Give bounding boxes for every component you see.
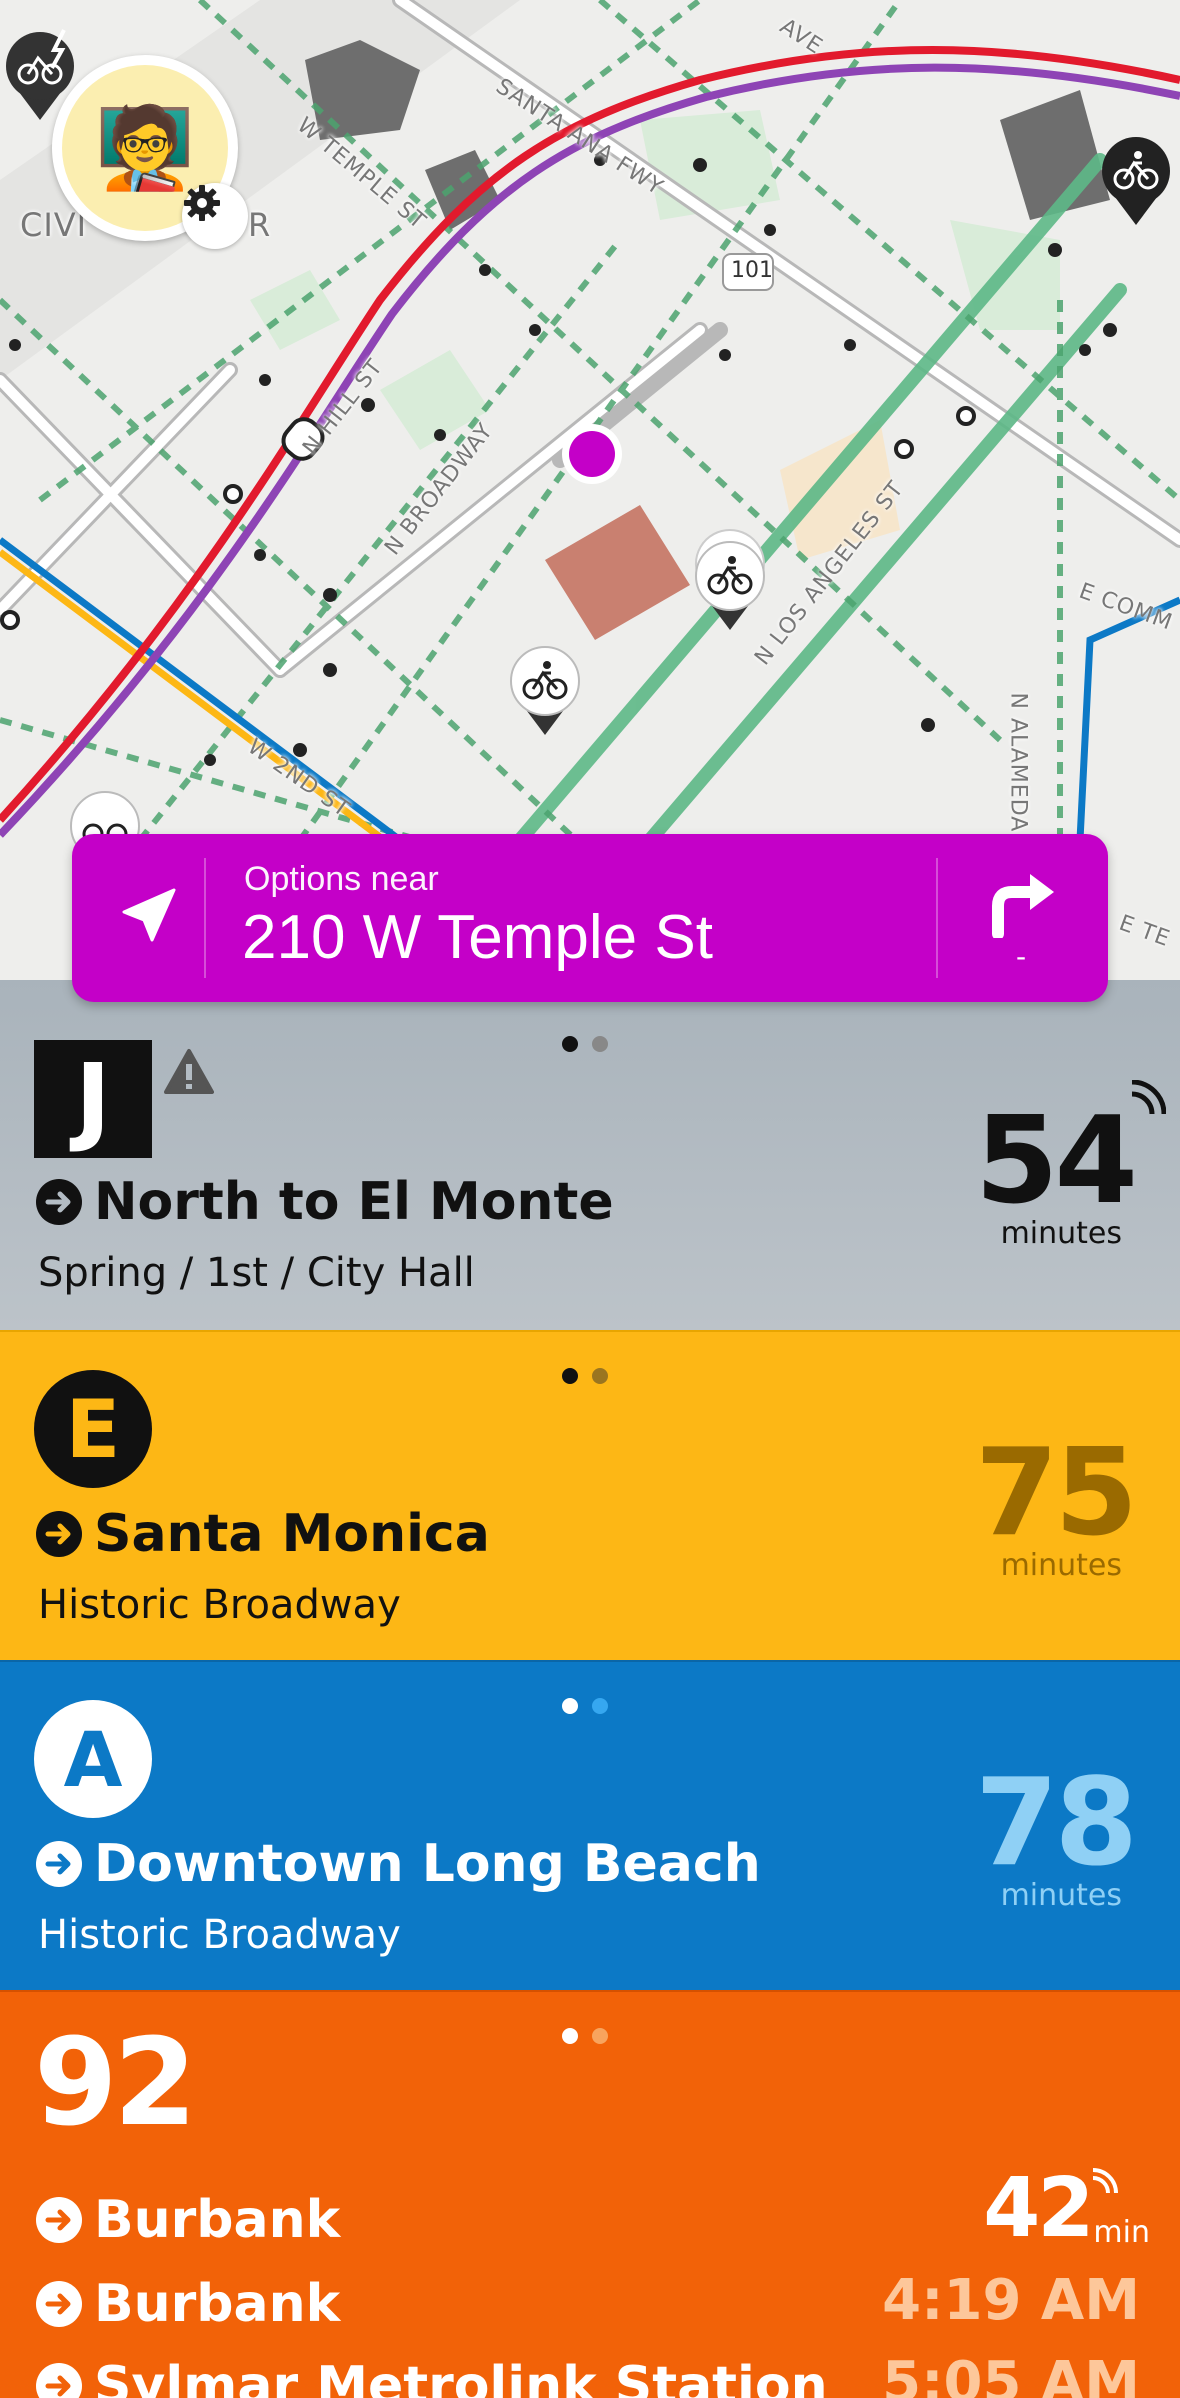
minutes-value: 54	[975, 1092, 1138, 1231]
route-direction: Santa Monica	[36, 1504, 490, 1564]
trip-time-scheduled: 5:05 AM	[882, 2350, 1140, 2398]
trip-time-realtime: 42 min	[983, 2161, 1150, 2256]
location-caption: Options near	[244, 860, 439, 898]
trip-row-2[interactable]: Burbank	[36, 2274, 340, 2334]
trip-destination: Burbank	[94, 2190, 341, 2250]
realtime-icon	[1090, 2168, 1118, 2200]
route-badge-label: J	[75, 1043, 111, 1155]
route-badge-label: E	[65, 1382, 121, 1476]
page-dots	[562, 1036, 608, 1052]
arrow-right-icon	[36, 1511, 82, 1557]
divider	[936, 858, 938, 978]
arrow-right-icon	[36, 1179, 82, 1225]
minutes-value: 78	[975, 1754, 1138, 1893]
trip-time-scheduled: 4:19 AM	[882, 2268, 1140, 2333]
route-card-j[interactable]: J North to El Monte Spring / 1st / City …	[0, 980, 1180, 1330]
trip-minutes-unit: min	[1093, 2215, 1150, 2250]
page-dots	[562, 1368, 608, 1384]
route-badge-j: J	[34, 1040, 152, 1158]
route-direction-label: North to El Monte	[94, 1172, 614, 1232]
trip-destination: Burbank	[94, 2274, 341, 2334]
settings-gear-icon[interactable]	[182, 183, 248, 249]
stop-name: Historic Broadway	[38, 1912, 401, 1958]
minutes-label: minutes	[1000, 1878, 1122, 1913]
page-dots	[562, 1698, 608, 1714]
location-bar[interactable]: Options near 210 W Temple St -	[72, 834, 1108, 1002]
divider	[204, 858, 206, 978]
minutes-label: minutes	[1000, 1548, 1122, 1583]
trip-row-3[interactable]: Sylmar Metrolink Station	[36, 2356, 828, 2398]
location-address[interactable]: 210 W Temple St	[242, 902, 713, 973]
map-label-hwy-101: 101	[731, 258, 773, 283]
route-card-e[interactable]: E Santa Monica Historic Broadway 75 minu…	[0, 1330, 1180, 1662]
trip-row-1[interactable]: Burbank	[36, 2190, 340, 2250]
arrow-right-icon	[36, 2363, 82, 2398]
directions-placeholder: -	[1016, 940, 1027, 973]
stop-name: Historic Broadway	[38, 1582, 401, 1628]
directions-turn-icon[interactable]	[984, 868, 1064, 940]
trip-minutes: 42	[983, 2161, 1094, 2256]
route-card-a[interactable]: A Downtown Long Beach Historic Broadway …	[0, 1660, 1180, 1992]
route-badge-e: E	[34, 1370, 152, 1488]
route-number: 92	[34, 2014, 197, 2153]
trip-destination: Sylmar Metrolink Station	[94, 2356, 828, 2398]
arrow-right-icon	[36, 2197, 82, 2243]
warning-icon[interactable]	[164, 1048, 214, 1102]
route-direction-label: Downtown Long Beach	[94, 1834, 761, 1894]
stop-name: Spring / 1st / City Hall	[38, 1250, 475, 1296]
minutes-label: minutes	[1000, 1216, 1122, 1251]
page-dots	[562, 2028, 608, 2044]
route-direction: Downtown Long Beach	[36, 1834, 761, 1894]
minutes-value: 75	[975, 1424, 1138, 1563]
location-arrow-icon[interactable]	[112, 882, 182, 952]
route-card-92[interactable]: 92 Burbank 42 min Burbank 4:19 AM Sylmar…	[0, 1990, 1180, 2398]
arrow-right-icon	[36, 1841, 82, 1887]
profile-avatar[interactable]: 🧑‍🏫	[52, 55, 248, 249]
route-badge-label: A	[63, 1714, 123, 1804]
arrow-right-icon	[36, 2281, 82, 2327]
route-direction: North to El Monte	[36, 1172, 614, 1232]
map-label-civic-r: R	[248, 206, 272, 244]
route-direction-label: Santa Monica	[94, 1504, 490, 1564]
route-badge-a: A	[34, 1700, 152, 1818]
